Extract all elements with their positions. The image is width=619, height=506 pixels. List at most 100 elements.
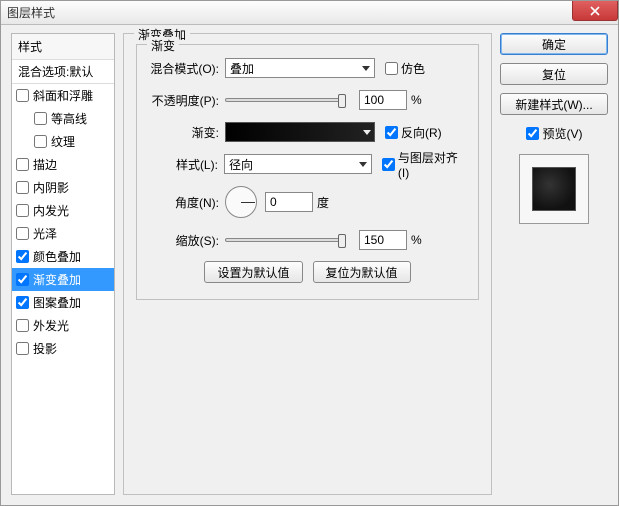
ok-button[interactable]: 确定 [500, 33, 608, 55]
opacity-input[interactable] [359, 90, 407, 110]
gradient-swatch[interactable] [225, 122, 375, 142]
chevron-down-icon [359, 162, 367, 167]
style-item-纹理[interactable]: 纹理 [12, 130, 114, 153]
style-item-内发光[interactable]: 内发光 [12, 199, 114, 222]
blend-mode-select[interactable]: 叠加 [225, 58, 375, 78]
style-item-等高线[interactable]: 等高线 [12, 107, 114, 130]
style-item-图案叠加[interactable]: 图案叠加 [12, 291, 114, 314]
slider-thumb[interactable] [338, 94, 346, 108]
preview-thumbnail [532, 167, 576, 211]
style-item-label: 纹理 [51, 133, 75, 150]
cancel-button[interactable]: 复位 [500, 63, 608, 85]
style-value: 径向 [229, 156, 253, 173]
reverse-checkbox[interactable]: 反向(R) [385, 124, 442, 141]
middle-column: 渐变叠加 渐变 混合模式(O): 叠加 仿色 [123, 33, 492, 495]
dither-label: 仿色 [401, 60, 425, 77]
style-item-checkbox[interactable] [16, 296, 29, 309]
angle-unit: 度 [317, 194, 329, 211]
slider-thumb[interactable] [338, 234, 346, 248]
style-item-label: 内发光 [33, 202, 69, 219]
reverse-label: 反向(R) [401, 124, 442, 141]
style-item-颜色叠加[interactable]: 颜色叠加 [12, 245, 114, 268]
scale-slider[interactable] [225, 238, 345, 242]
style-item-checkbox[interactable] [16, 319, 29, 332]
chevron-down-icon [362, 66, 370, 71]
style-item-label: 投影 [33, 340, 57, 357]
angle-label: 角度(N): [147, 194, 225, 211]
style-item-外发光[interactable]: 外发光 [12, 314, 114, 337]
style-item-checkbox[interactable] [16, 204, 29, 217]
angle-input[interactable] [265, 192, 313, 212]
percent-unit: % [411, 233, 422, 247]
styles-header[interactable]: 样式 [12, 34, 114, 60]
dither-check-input[interactable] [385, 62, 398, 75]
layer-style-dialog: 图层样式 样式 混合选项:默认 斜面和浮雕等高线纹理描边内阴影内发光光泽颜色叠加… [0, 0, 619, 506]
style-list: 斜面和浮雕等高线纹理描边内阴影内发光光泽颜色叠加渐变叠加图案叠加外发光投影 [12, 84, 114, 494]
style-select[interactable]: 径向 [224, 154, 372, 174]
align-check-input[interactable] [382, 158, 395, 171]
style-item-label: 渐变叠加 [33, 271, 81, 288]
style-item-checkbox[interactable] [16, 250, 29, 263]
percent-unit: % [411, 93, 422, 107]
style-item-checkbox[interactable] [16, 273, 29, 286]
style-item-渐变叠加[interactable]: 渐变叠加 [12, 268, 114, 291]
set-default-button[interactable]: 设置为默认值 [204, 261, 302, 283]
row-opacity: 不透明度(P): % [147, 89, 468, 111]
style-item-checkbox[interactable] [16, 342, 29, 355]
style-item-checkbox[interactable] [16, 89, 29, 102]
preview-box [519, 154, 589, 224]
left-column: 样式 混合选项:默认 斜面和浮雕等高线纹理描边内阴影内发光光泽颜色叠加渐变叠加图… [11, 33, 115, 495]
reverse-check-input[interactable] [385, 126, 398, 139]
titlebar: 图层样式 [1, 1, 618, 25]
style-label: 样式(L): [147, 156, 224, 173]
styles-list-box: 样式 混合选项:默认 斜面和浮雕等高线纹理描边内阴影内发光光泽颜色叠加渐变叠加图… [11, 33, 115, 495]
gradient-fieldset: 渐变 混合模式(O): 叠加 仿色 不透明度(P): [136, 44, 479, 300]
gradient-label: 渐变: [147, 124, 225, 141]
dialog-body: 样式 混合选项:默认 斜面和浮雕等高线纹理描边内阴影内发光光泽颜色叠加渐变叠加图… [1, 25, 618, 505]
preview-checkbox[interactable]: 预览(V) [500, 125, 608, 142]
blend-mode-label: 混合模式(O): [147, 60, 225, 77]
opacity-slider[interactable] [225, 98, 345, 102]
style-item-描边[interactable]: 描边 [12, 153, 114, 176]
default-buttons-row: 设置为默认值 复位为默认值 [147, 261, 468, 283]
dither-checkbox[interactable]: 仿色 [385, 60, 425, 77]
style-item-斜面和浮雕[interactable]: 斜面和浮雕 [12, 84, 114, 107]
scale-label: 缩放(S): [147, 232, 225, 249]
style-item-checkbox[interactable] [16, 227, 29, 240]
inner-fieldset-title: 渐变 [147, 37, 179, 54]
row-style: 样式(L): 径向 与图层对齐(I) [147, 153, 468, 175]
scale-input[interactable] [359, 230, 407, 250]
angle-needle [241, 202, 255, 203]
blend-mode-value: 叠加 [230, 60, 254, 77]
style-item-内阴影[interactable]: 内阴影 [12, 176, 114, 199]
style-item-label: 斜面和浮雕 [33, 87, 93, 104]
style-item-checkbox[interactable] [16, 158, 29, 171]
preview-label: 预览(V) [543, 125, 583, 142]
new-style-button[interactable]: 新建样式(W)... [500, 93, 608, 115]
angle-dial[interactable] [225, 186, 257, 218]
row-scale: 缩放(S): % [147, 229, 468, 251]
window-title: 图层样式 [7, 4, 55, 21]
blend-options-default[interactable]: 混合选项:默认 [12, 60, 114, 84]
close-button[interactable] [572, 1, 618, 21]
preview-check-input[interactable] [526, 127, 539, 140]
style-item-checkbox[interactable] [16, 181, 29, 194]
right-column: 确定 复位 新建样式(W)... 预览(V) [500, 33, 608, 495]
style-item-label: 图案叠加 [33, 294, 81, 311]
style-item-label: 描边 [33, 156, 57, 173]
align-label: 与图层对齐(I) [398, 149, 468, 180]
style-item-光泽[interactable]: 光泽 [12, 222, 114, 245]
style-item-投影[interactable]: 投影 [12, 337, 114, 360]
row-blend-mode: 混合模式(O): 叠加 仿色 [147, 57, 468, 79]
row-angle: 角度(N): 度 [147, 185, 468, 219]
reset-default-button[interactable]: 复位为默认值 [313, 261, 411, 283]
style-item-label: 内阴影 [33, 179, 69, 196]
style-item-checkbox[interactable] [34, 112, 47, 125]
chevron-down-icon [363, 130, 371, 135]
close-icon [590, 6, 600, 16]
align-checkbox[interactable]: 与图层对齐(I) [382, 149, 468, 180]
row-gradient: 渐变: 反向(R) [147, 121, 468, 143]
style-item-checkbox[interactable] [34, 135, 47, 148]
opacity-label: 不透明度(P): [147, 92, 225, 109]
style-item-label: 外发光 [33, 317, 69, 334]
